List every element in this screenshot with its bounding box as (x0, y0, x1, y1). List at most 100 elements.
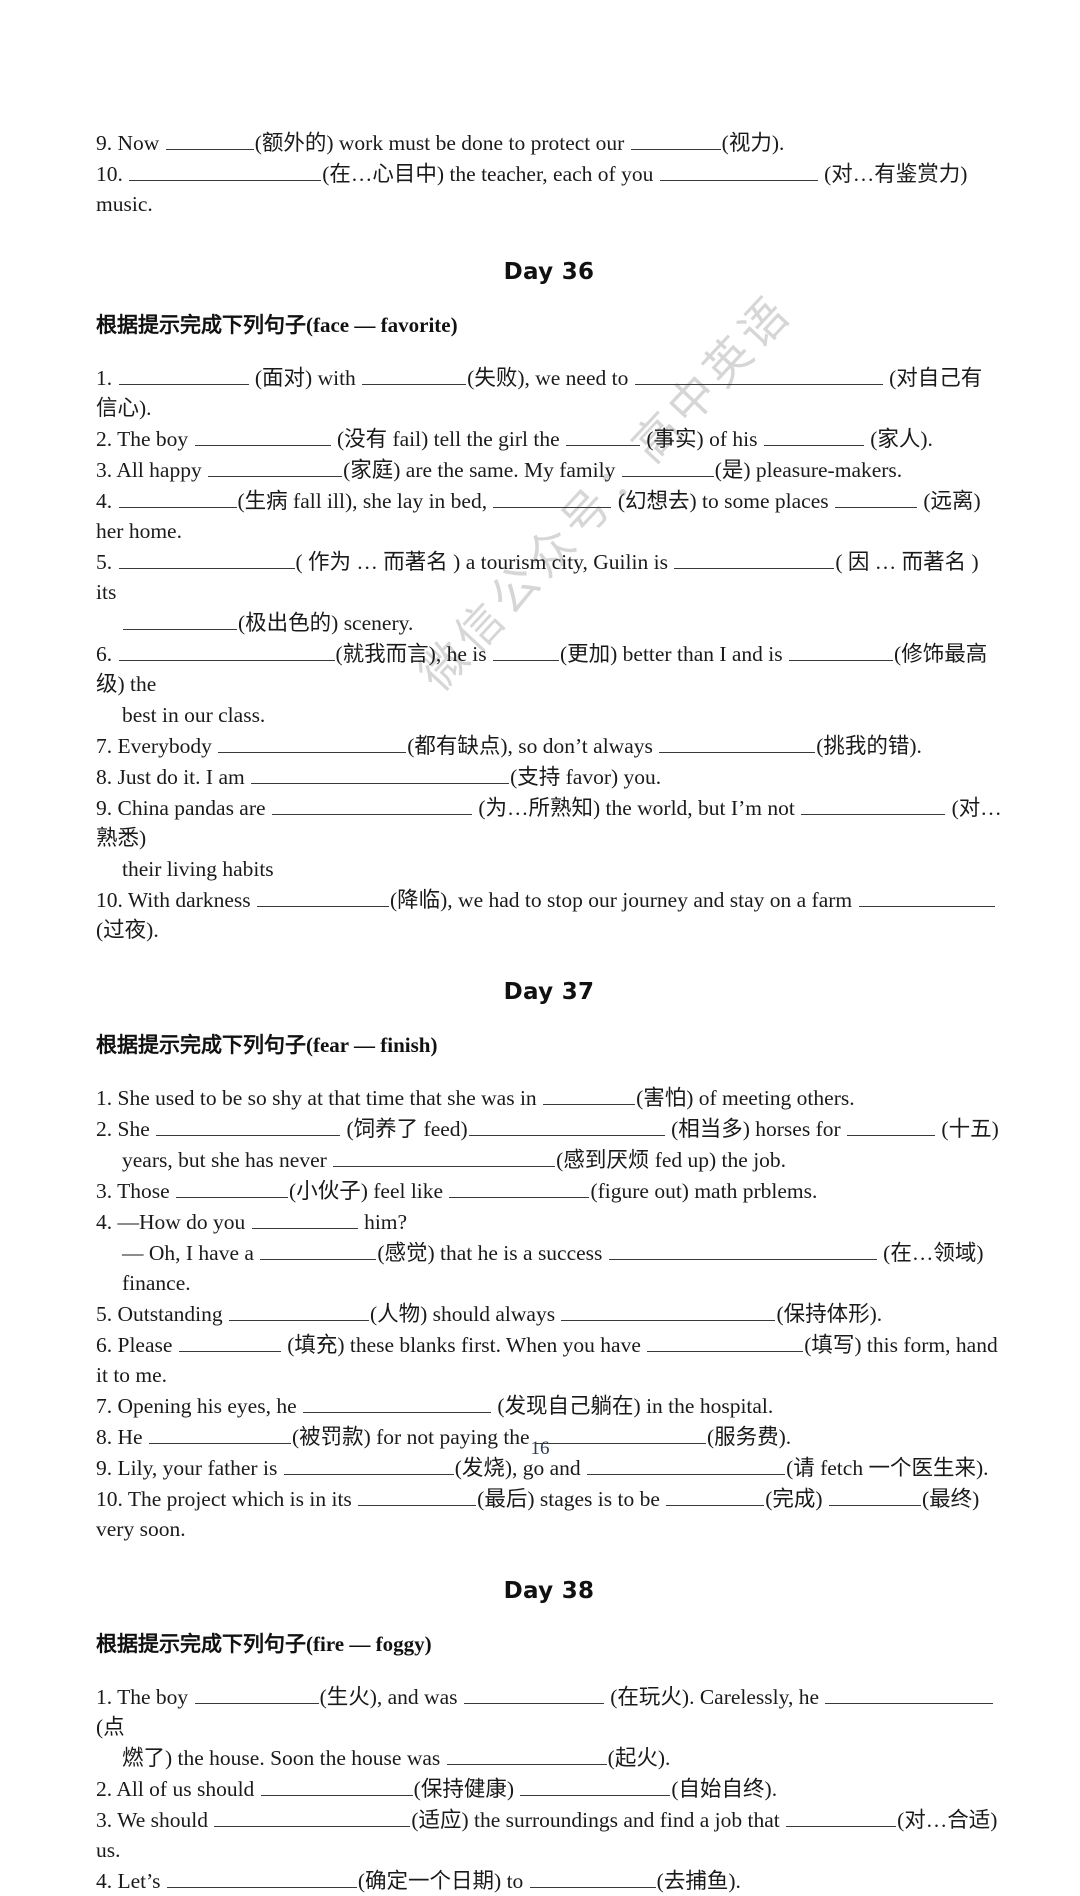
answer-blank[interactable] (493, 490, 612, 508)
answer-blank[interactable] (214, 1809, 411, 1827)
answer-blank[interactable] (621, 459, 714, 477)
answer-blank[interactable] (251, 1211, 358, 1229)
question-text: The boy (117, 427, 194, 451)
question-text: (降临), we had to stop our journey and sta… (389, 888, 858, 912)
answer-blank[interactable] (176, 1180, 289, 1198)
answer-blank[interactable] (194, 1686, 319, 1704)
question-item: 3. Those (小伙子) feel like (figure out) ma… (96, 1176, 1002, 1206)
answer-blank[interactable] (630, 132, 721, 150)
answer-blank[interactable] (260, 1242, 377, 1260)
answer-blank[interactable] (666, 1488, 765, 1506)
answer-blank[interactable] (333, 1149, 556, 1167)
answer-blank[interactable] (228, 1303, 369, 1321)
answer-blank[interactable] (118, 643, 335, 661)
answer-blank[interactable] (535, 1426, 706, 1444)
answer-blank[interactable] (449, 1180, 590, 1198)
question-text: (害怕) of meeting others. (636, 1086, 855, 1110)
answer-blank[interactable] (178, 1334, 281, 1352)
answer-blank[interactable] (825, 1686, 994, 1704)
question-item: 2. She (饲养了 feed) (相当多) horses for (十五) (96, 1114, 1002, 1144)
question-item: 4. (生病 fall ill), she lay in bed, (幻想去) … (96, 486, 1002, 546)
answer-blank[interactable] (283, 1457, 454, 1475)
instruction-label: 根据提示完成下列句子 (96, 1632, 306, 1656)
question-item: 8. He (被罚款) for not paying the (服务费). (96, 1422, 1002, 1452)
question-item: 6. (就我而言), he is (更加) better than I and … (96, 639, 1002, 699)
answer-blank[interactable] (529, 1870, 656, 1888)
answer-blank[interactable] (118, 367, 249, 385)
question-item: 3. We should (适应) the surroundings and f… (96, 1805, 1002, 1865)
answer-blank[interactable] (468, 1118, 665, 1136)
day-title: Day 37 (503, 979, 595, 1005)
answer-blank[interactable] (260, 1778, 413, 1796)
answer-blank[interactable] (166, 1870, 357, 1888)
answer-blank[interactable] (789, 643, 894, 661)
answer-blank[interactable] (303, 1395, 492, 1413)
question-number: 10. (96, 1487, 128, 1511)
question-item: 8. Just do it. I am (支持 favor) you. (96, 762, 1002, 792)
day-title: Day 36 (503, 259, 595, 285)
answer-blank[interactable] (251, 766, 510, 784)
answer-blank[interactable] (194, 428, 331, 446)
answer-blank[interactable] (256, 889, 389, 907)
answer-blank[interactable] (148, 1426, 291, 1444)
question-text: We should (117, 1808, 214, 1832)
answer-blank[interactable] (763, 428, 864, 446)
answer-blank[interactable] (129, 163, 322, 181)
question-text: (家人). (864, 427, 933, 451)
answer-blank[interactable] (786, 1809, 897, 1827)
question-text: (保持健康) (413, 1777, 520, 1801)
answer-blank[interactable] (156, 1118, 341, 1136)
answer-blank[interactable] (608, 1242, 877, 1260)
answer-blank[interactable] (165, 132, 254, 150)
answer-blank[interactable] (835, 490, 917, 508)
answer-blank[interactable] (271, 797, 472, 815)
answer-blank[interactable] (566, 428, 641, 446)
question-number: 7. (96, 734, 118, 758)
question-number: 2. (96, 427, 118, 451)
answer-blank[interactable] (118, 551, 295, 569)
question-text: (发现自己躺在) in the hospital. (492, 1394, 774, 1418)
answer-blank[interactable] (520, 1778, 671, 1796)
answer-blank[interactable] (463, 1686, 604, 1704)
answer-blank[interactable] (659, 735, 816, 753)
answer-blank[interactable] (492, 643, 559, 661)
question-text: (在玩火). Carelessly, he (604, 1685, 825, 1709)
answer-blank[interactable] (362, 367, 467, 385)
question-number: 9. (96, 1456, 118, 1480)
day-title: Day 38 (503, 1578, 595, 1604)
question-number: 1. (96, 1685, 118, 1709)
question-item: 10. With darkness (降临), we had to stop o… (96, 885, 1002, 945)
answer-blank[interactable] (123, 612, 237, 630)
answer-blank[interactable] (561, 1303, 776, 1321)
question-item: 9. Now (额外的) work must be done to protec… (96, 128, 1002, 158)
answer-blank[interactable] (659, 163, 818, 181)
question-text: years, but she has never (122, 1148, 333, 1172)
question-text: —How do you (117, 1210, 251, 1234)
question-item: 7. Opening his eyes, he (发现自己躺在) in the … (96, 1391, 1002, 1421)
answer-blank[interactable] (543, 1087, 636, 1105)
question-item: 4. —How do you him? (96, 1207, 1002, 1237)
answer-blank[interactable] (847, 1118, 936, 1136)
answer-blank[interactable] (828, 1488, 921, 1506)
question-text: (起火). (607, 1746, 671, 1770)
answer-blank[interactable] (634, 367, 883, 385)
answer-blank[interactable] (858, 889, 995, 907)
question-text: (figure out) math prblems. (590, 1179, 818, 1203)
question-text: Everybody (117, 734, 218, 758)
answer-blank[interactable] (118, 490, 237, 508)
answer-blank[interactable] (208, 459, 343, 477)
answer-blank[interactable] (446, 1747, 607, 1765)
question-item: 10. The project which is in its (最后) sta… (96, 1484, 1002, 1544)
answer-blank[interactable] (674, 551, 835, 569)
question-text: He (117, 1425, 148, 1449)
answer-blank[interactable] (647, 1334, 804, 1352)
question-text: She used to be so shy at that time that … (117, 1086, 543, 1110)
question-continuation: years, but she has never (感到厌烦 fed up) t… (96, 1145, 1002, 1175)
instruction-label: 根据提示完成下列句子 (96, 313, 306, 337)
answer-blank[interactable] (218, 735, 407, 753)
answer-blank[interactable] (587, 1457, 786, 1475)
answer-blank[interactable] (358, 1488, 477, 1506)
answer-blank[interactable] (801, 797, 946, 815)
question-text: (面对) with (249, 366, 362, 390)
